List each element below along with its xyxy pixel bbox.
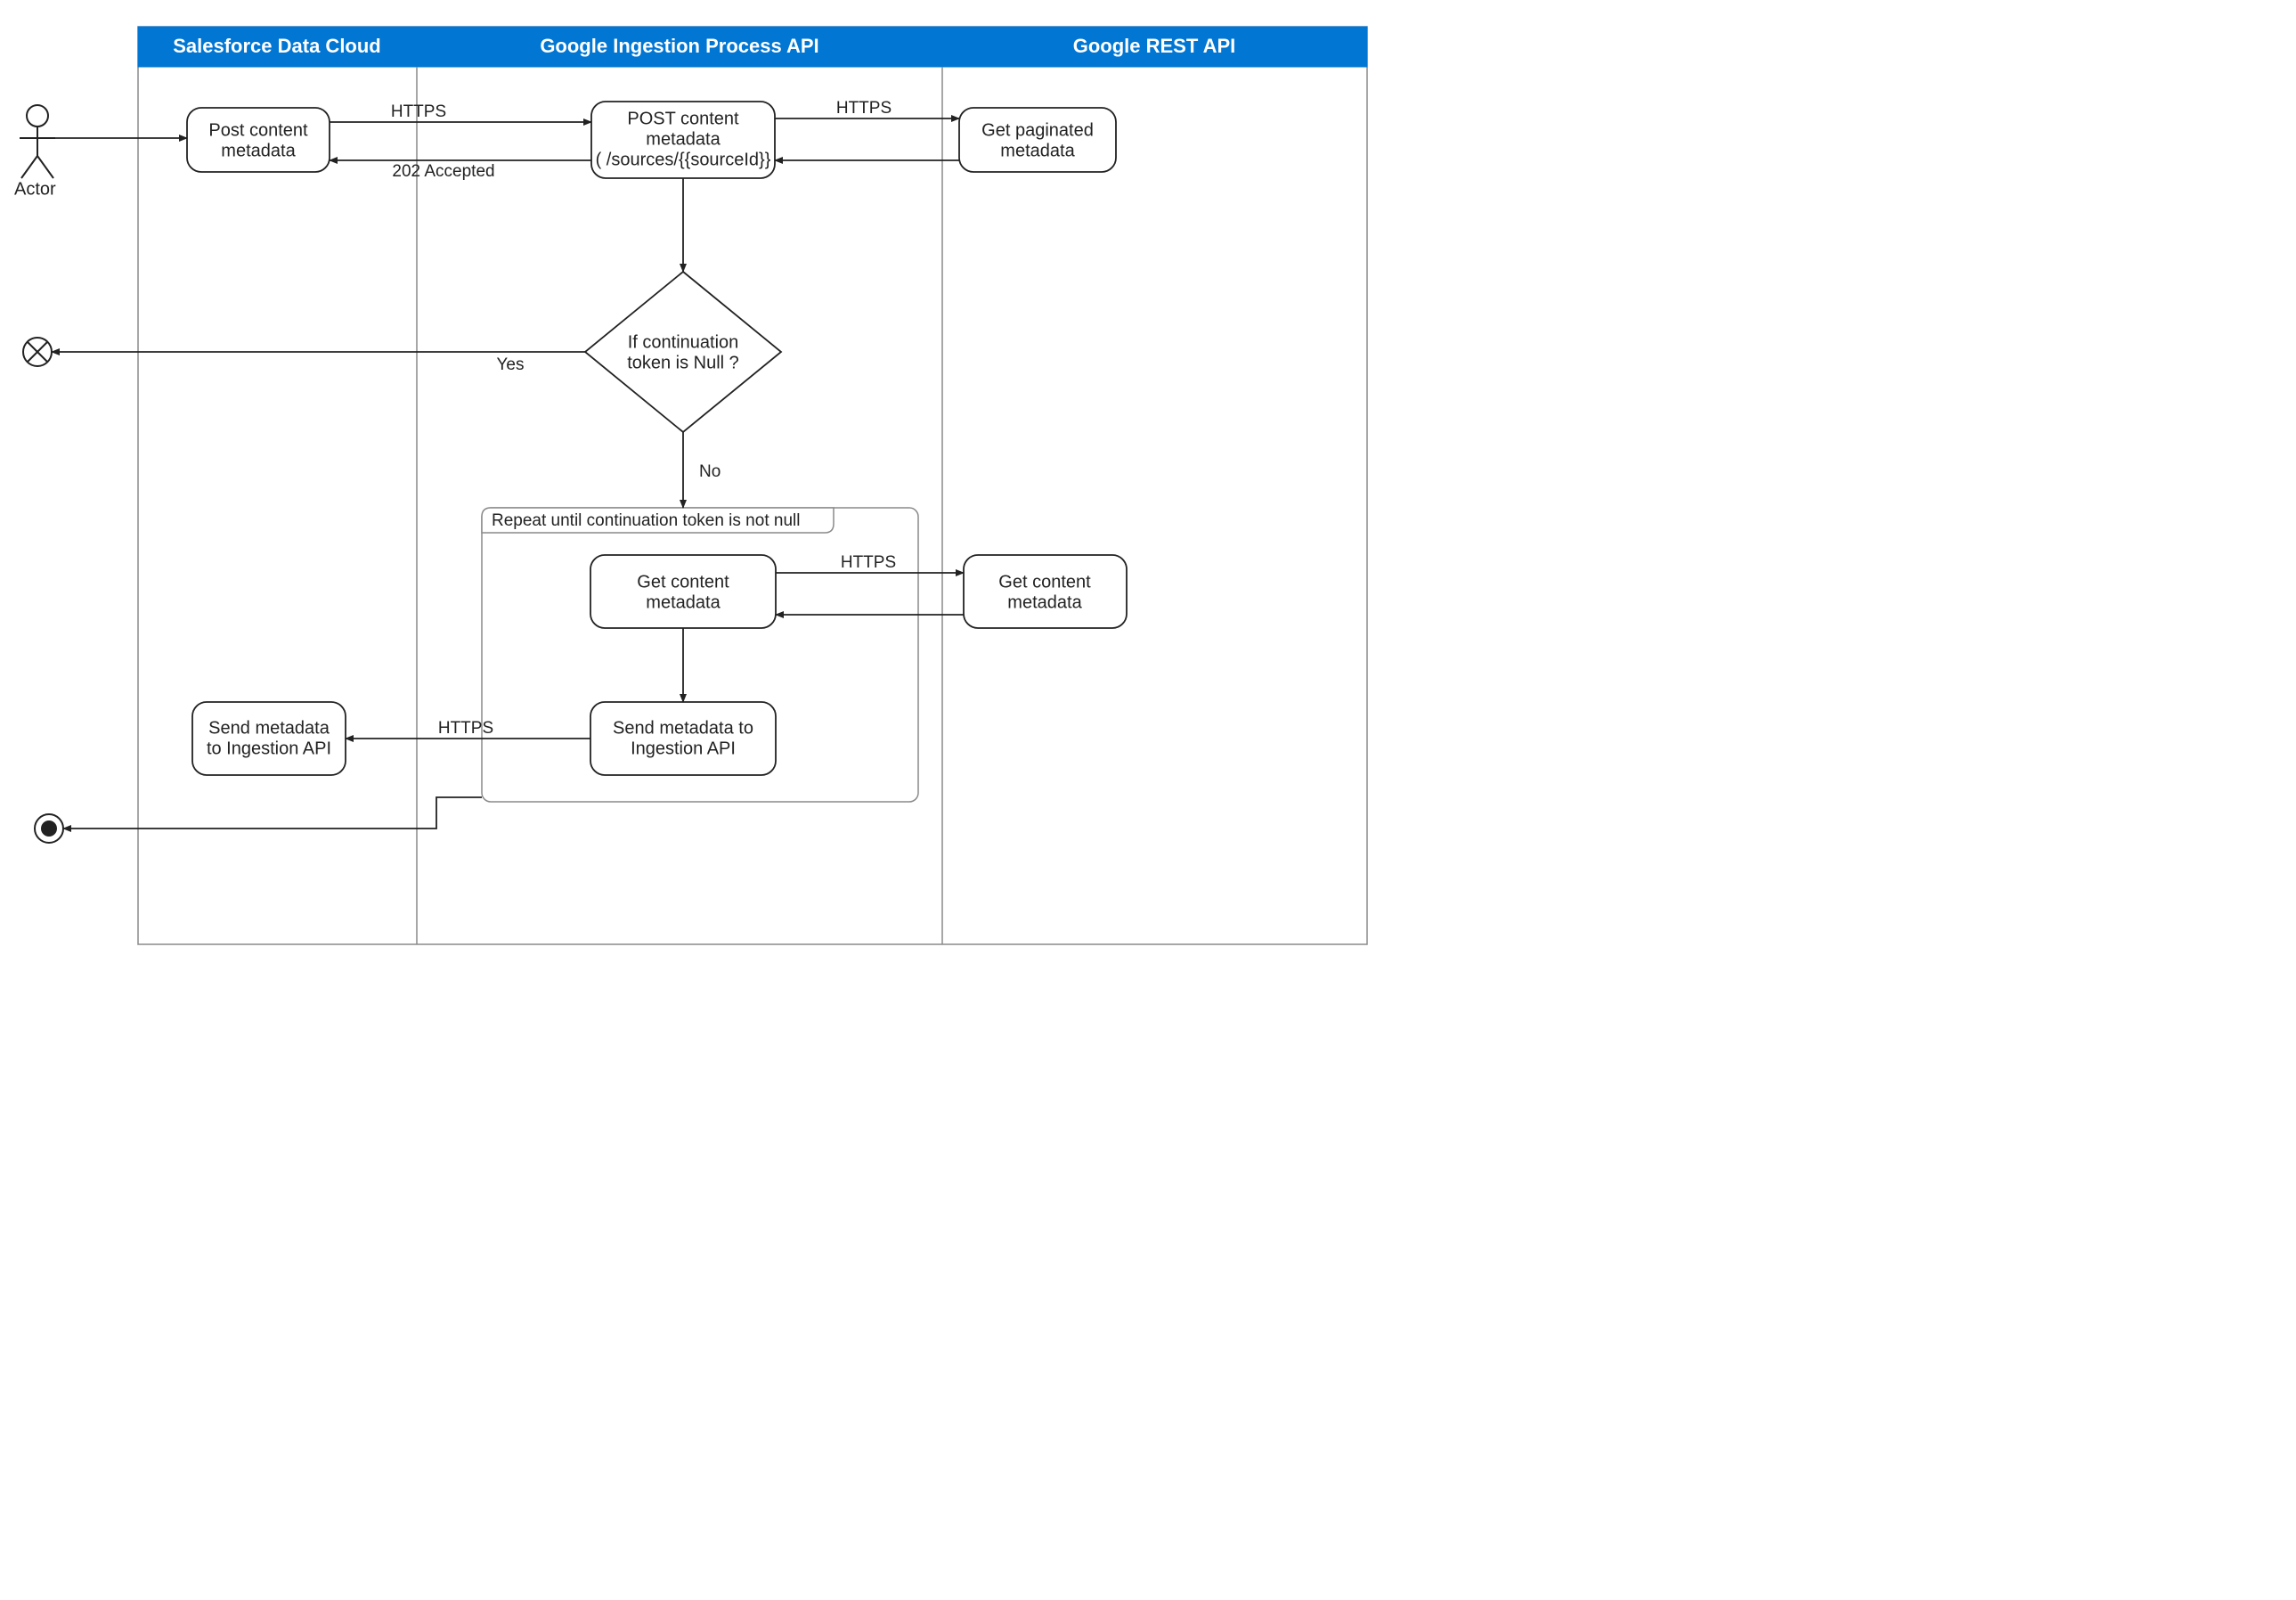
decision-continuation-token: If continuation token is Null ?: [585, 272, 781, 432]
edge-label-no: No: [699, 462, 721, 481]
edge-label-https4: HTTPS: [438, 719, 493, 738]
lane-title-salesforce: Salesforce Data Cloud: [173, 35, 381, 57]
edge-loop-to-final: [63, 797, 482, 829]
node-get-content-metadata-loop-l2: metadata: [646, 592, 721, 612]
node-post-content-metadata-proc-l2: metadata: [646, 129, 721, 149]
edge-label-https3: HTTPS: [841, 553, 896, 572]
actor-label: Actor: [14, 180, 56, 200]
activity-diagram: Salesforce Data Cloud Google Ingestion P…: [0, 0, 1379, 962]
node-get-paginated-metadata-l2: metadata: [1000, 141, 1075, 160]
decision-l1: If continuation: [628, 332, 739, 352]
node-send-metadata-sf-l1: Send metadata: [208, 718, 330, 738]
node-post-content-metadata-proc-l1: POST content: [627, 109, 739, 128]
node-send-metadata-sf-l2: to Ingestion API: [207, 739, 331, 758]
terminate-node: [23, 338, 52, 366]
node-get-content-metadata-rest-l2: metadata: [1007, 592, 1082, 612]
edge-label-https1: HTTPS: [391, 102, 446, 121]
edge-label-https2: HTTPS: [836, 99, 892, 118]
lane-title-rest: Google REST API: [1073, 35, 1236, 57]
decision-l2: token is Null ?: [627, 353, 739, 372]
node-post-content-metadata-proc-l3: ( /sources/{{sourceId}}: [596, 150, 771, 169]
node-post-content-metadata-sf-l2: metadata: [221, 141, 296, 160]
node-get-content-metadata-rest-l1: Get content: [998, 572, 1091, 592]
node-send-metadata-loop-l2: Ingestion API: [631, 739, 736, 758]
edge-label-yes: Yes: [497, 355, 525, 374]
loop-title: Repeat until continuation token is not n…: [492, 511, 800, 530]
actor-icon: [20, 105, 55, 178]
final-node: [35, 814, 63, 843]
node-get-paginated-metadata-l1: Get paginated: [981, 120, 1094, 140]
node-post-content-metadata-sf-l1: Post content: [208, 120, 308, 140]
node-send-metadata-loop-l1: Send metadata to: [613, 718, 753, 738]
node-get-content-metadata-loop-l1: Get content: [637, 572, 729, 592]
lane-title-process: Google Ingestion Process API: [540, 35, 818, 57]
edge-label-202: 202 Accepted: [392, 162, 494, 181]
